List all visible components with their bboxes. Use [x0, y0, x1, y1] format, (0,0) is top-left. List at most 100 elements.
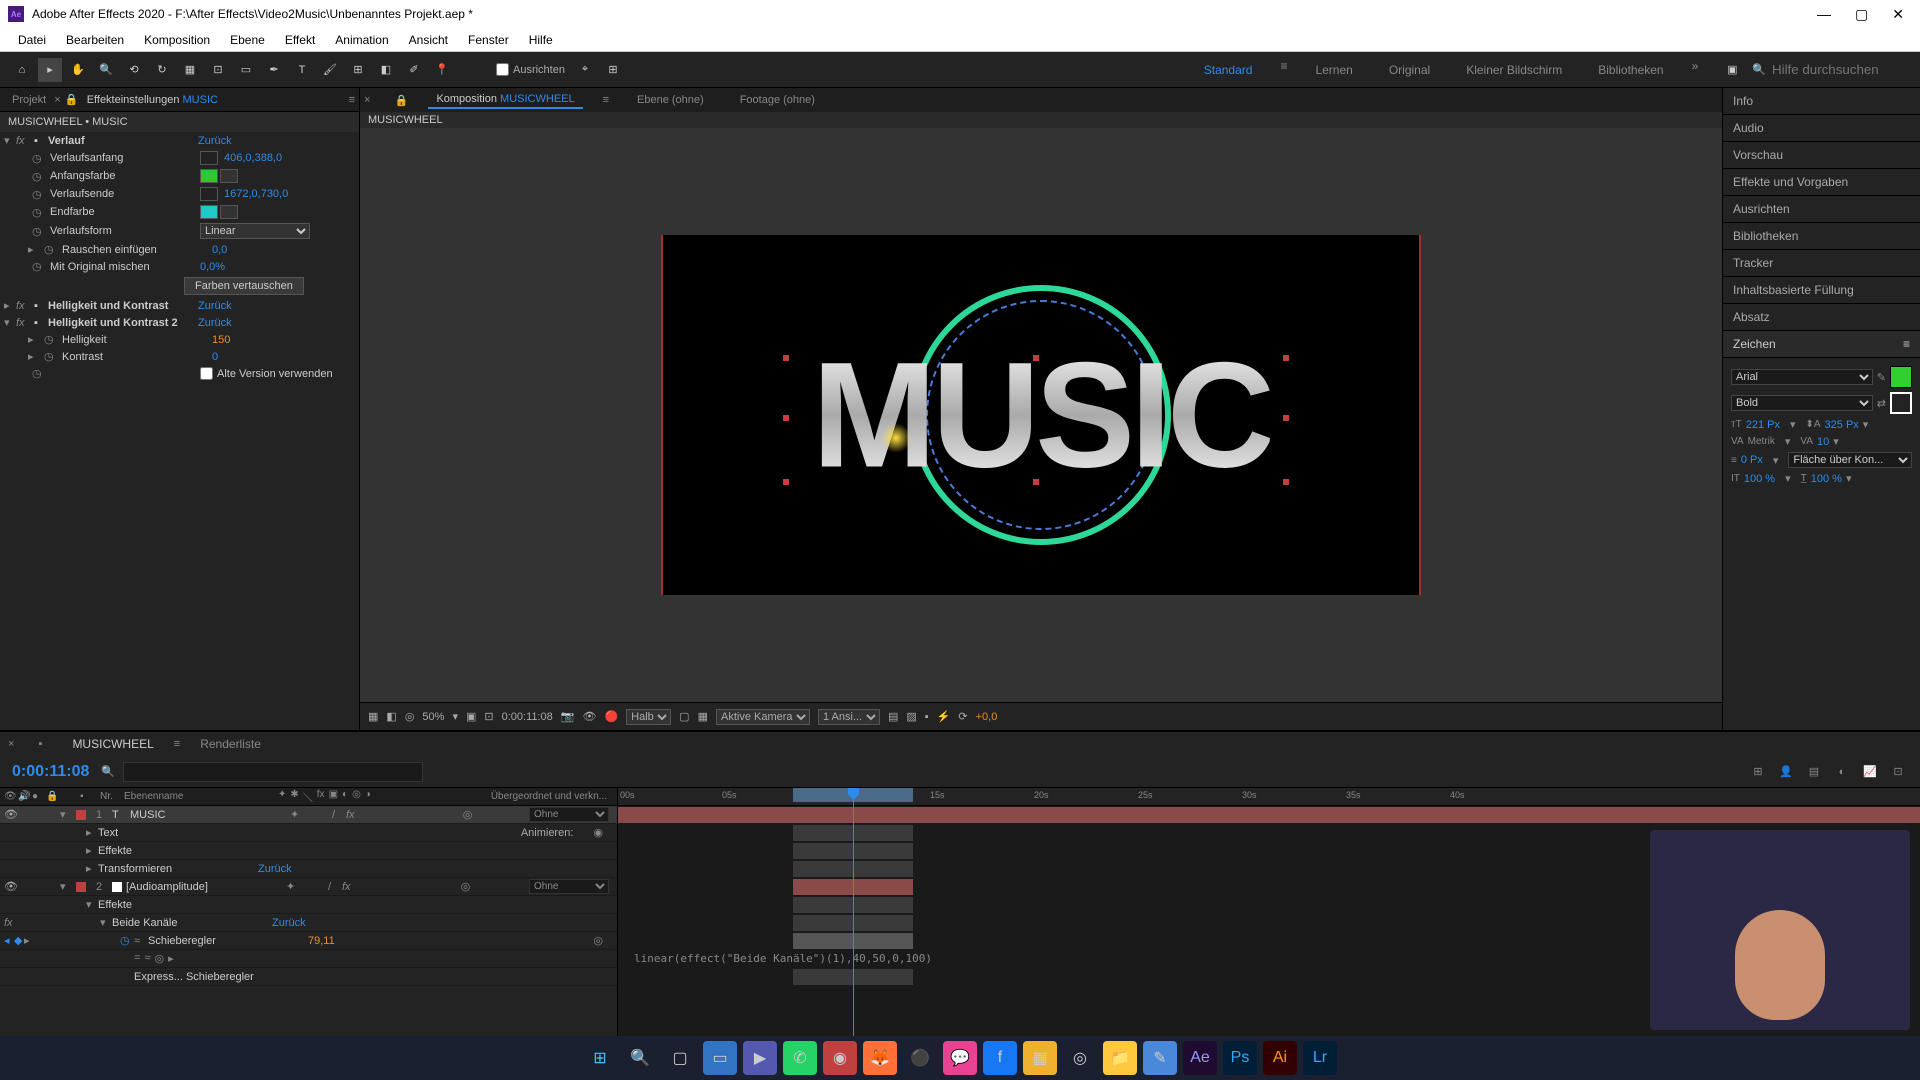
puppet-tool[interactable]: 📍 [430, 58, 454, 82]
stopwatch-icon[interactable]: ◷ [120, 934, 134, 947]
viewer-icon-4[interactable]: ⟳ [958, 710, 967, 723]
dropdown-icon[interactable]: ▾ [1785, 472, 1791, 485]
col-switch-icon[interactable]: ◐ [342, 789, 348, 804]
effect-visibility-icon[interactable]: ▪ [34, 135, 48, 147]
swatch-anfangsfarbe[interactable] [200, 169, 218, 183]
parent-select[interactable]: Ohne [529, 879, 609, 894]
stopwatch-icon[interactable]: ◷ [32, 225, 46, 238]
viewer-mask-icon[interactable]: ◎ [405, 710, 415, 723]
eyedropper-icon[interactable] [220, 205, 238, 219]
tab-layer[interactable]: Ebene (ohne) [629, 92, 712, 108]
col-switch-icon[interactable]: ✱ [290, 789, 298, 804]
explorer-icon[interactable]: 📁 [1103, 1041, 1137, 1075]
dropdown-icon[interactable]: ▾ [1846, 472, 1852, 485]
col-switch-icon[interactable]: ✦ [278, 789, 286, 804]
swap-fill-stroke-icon[interactable]: ⇄ [1877, 397, 1886, 410]
menu-hilfe[interactable]: Hilfe [519, 33, 563, 47]
col-switch-icon[interactable]: ◑ [365, 789, 371, 804]
viewer-grid-icon[interactable]: ▦ [368, 710, 378, 723]
prop-row-effekte2[interactable]: ▾ Effekte [0, 896, 617, 914]
tab-projekt[interactable]: Projekt [4, 92, 54, 108]
col-switch-icon[interactable]: ＼ [303, 789, 313, 804]
photoshop-icon[interactable]: Ps [1223, 1041, 1257, 1075]
val-slider[interactable]: 79,11 [308, 935, 335, 947]
timeline-panel-menu-icon[interactable]: ≡ [174, 738, 180, 750]
menu-datei[interactable]: Datei [8, 33, 56, 47]
parent-select[interactable]: Ohne [529, 807, 609, 822]
transform-reset[interactable]: Zurück [258, 863, 292, 875]
workspace-menu-icon[interactable]: ≡ [1280, 59, 1287, 81]
tl-motion-blur-icon[interactable]: ◐ [1832, 762, 1852, 782]
section-effekte[interactable]: Effekte und Vorgaben [1723, 169, 1920, 196]
eraser-tool[interactable]: ◧ [374, 58, 398, 82]
search-taskbar-icon[interactable]: 🔍 [623, 1041, 657, 1075]
tracking-value[interactable]: 10 [1817, 436, 1829, 448]
app-icon[interactable]: ▭ [703, 1041, 737, 1075]
prop-row-express[interactable]: = ≈ ◎ ▸ [0, 950, 617, 968]
panel-toggle-icon[interactable]: ▣ [1720, 58, 1744, 82]
timeline-tab-render[interactable]: Renderliste [200, 737, 261, 751]
font-style-select[interactable]: Bold [1731, 395, 1873, 411]
camera-tool[interactable]: ▦ [178, 58, 202, 82]
show-snapshot-icon[interactable]: 👁 [583, 710, 597, 723]
label-color[interactable] [76, 882, 86, 892]
animate-menu-icon[interactable]: ◉ [593, 826, 603, 839]
viewer-alpha-icon[interactable]: ◧ [386, 710, 396, 723]
eye-icon[interactable]: 👁 [4, 808, 18, 821]
prop-row-transform[interactable]: ▸ Transformieren Zurück [0, 860, 617, 878]
twirl-icon[interactable]: ▸ [86, 826, 98, 839]
tl-comp-button-icon[interactable]: ⊞ [1748, 762, 1768, 782]
pickwhip-icon[interactable]: ◎ [593, 934, 603, 947]
stopwatch-icon[interactable]: ◷ [32, 152, 46, 165]
section-fuellung[interactable]: Inhaltsbasierte Füllung [1723, 277, 1920, 304]
roto-tool[interactable]: ✐ [402, 58, 426, 82]
windows-taskbar[interactable]: ⊞ 🔍 ▢ ▭ ▶ ✆ ◉ 🦊 ⚫ 💬 f ▦ ◎ 📁 ✎ Ae Ps Ai L… [0, 1036, 1920, 1080]
stopwatch-icon[interactable]: ◷ [32, 260, 46, 273]
dropdown-icon[interactable]: ▾ [1785, 435, 1791, 448]
font-size-value[interactable]: 221 Px [1746, 419, 1780, 431]
stopwatch-icon[interactable]: ◷ [32, 206, 46, 219]
font-family-select[interactable]: Arial [1731, 369, 1873, 385]
twirl-icon[interactable]: ▸ [28, 333, 38, 346]
close-button[interactable]: ✕ [1892, 6, 1904, 23]
transparency-icon[interactable]: ▦ [698, 710, 708, 723]
timeline-tab-comp[interactable]: MUSICWHEEL [72, 737, 153, 751]
effect-verlauf-reset[interactable]: Zurück [198, 135, 232, 147]
col-parent[interactable]: Übergeordnet und verkn... [485, 791, 613, 802]
section-audio[interactable]: Audio [1723, 115, 1920, 142]
expression-text[interactable]: linear(effect("Beide Kanäle")(1),40,50,0… [628, 950, 938, 967]
align-checkbox[interactable] [496, 63, 509, 76]
viewer-timecode[interactable]: 0:00:11:08 [502, 711, 553, 723]
col-solo-icon[interactable]: ● [32, 791, 46, 802]
tab-composition[interactable]: Komposition MUSICWHEEL [428, 91, 582, 109]
hand-tool[interactable]: ✋ [66, 58, 90, 82]
zoom-dropdown-icon[interactable]: ▾ [452, 710, 458, 723]
workspace-standard[interactable]: Standard [1196, 59, 1261, 81]
col-lock-icon[interactable]: 🔒 [46, 791, 60, 802]
help-search-input[interactable] [1772, 62, 1912, 77]
minimize-button[interactable]: — [1817, 6, 1831, 23]
effect-visibility-icon[interactable]: ▪ [34, 317, 48, 329]
views-select[interactable]: 1 Ansi... [818, 709, 880, 725]
prop-row-slider[interactable]: ◂ ◆ ▸ ◷ ≈ Schieberegler 79,11 ◎ [0, 932, 617, 950]
menu-komposition[interactable]: Komposition [134, 33, 220, 47]
selection-tool[interactable]: ▸ [38, 58, 62, 82]
hscale-value[interactable]: 100 % [1811, 473, 1842, 485]
workspace-bibliotheken[interactable]: Bibliotheken [1590, 59, 1671, 81]
layer-row-audio[interactable]: 👁 ▾ 2 [Audioamplitude] ✦ / fx ◎ Ohne [0, 878, 617, 896]
switch-icon[interactable]: ✦ [290, 808, 304, 821]
stopwatch-icon[interactable]: ◷ [32, 170, 46, 183]
resolution-select[interactable]: Halb [626, 709, 671, 725]
fx-icon[interactable]: fx [16, 317, 30, 329]
panel-lock-icon[interactable]: 🔒 [394, 94, 408, 107]
rotate-tool[interactable]: ↻ [150, 58, 174, 82]
comp-nav[interactable]: MUSICWHEEL [360, 112, 1722, 128]
whatsapp-icon[interactable]: ✆ [783, 1041, 817, 1075]
char-panel-menu-icon[interactable]: ≡ [1903, 337, 1910, 351]
kerning-value[interactable]: Metrik [1748, 436, 1775, 447]
layer-bar[interactable] [618, 807, 1920, 823]
effect-visibility-icon[interactable]: ▪ [34, 300, 48, 312]
workspace-kleiner[interactable]: Kleiner Bildschirm [1458, 59, 1570, 81]
switch-icon[interactable]: ✦ [286, 880, 300, 893]
tl-shy-icon[interactable]: 👤 [1776, 762, 1796, 782]
